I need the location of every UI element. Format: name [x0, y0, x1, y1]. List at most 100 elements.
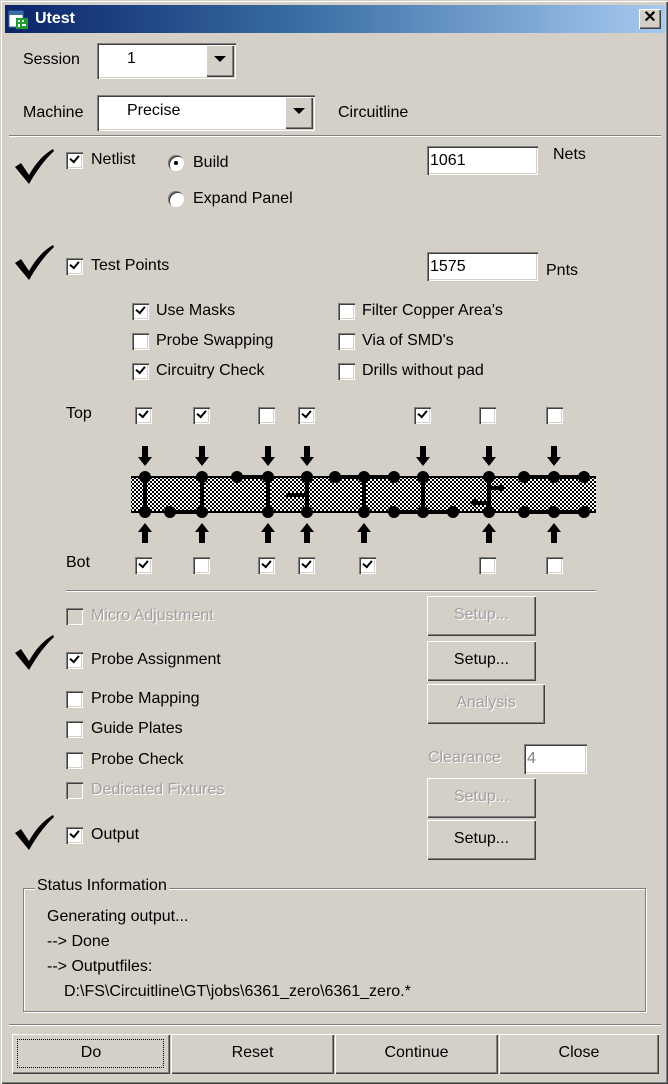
status-line: Generating output...	[47, 908, 189, 925]
probe-mapping-analysis-button[interactable]: Analysis	[427, 684, 545, 724]
expand-panel-label: Expand Panel	[193, 190, 293, 207]
filter-copper-checkbox[interactable]	[338, 303, 355, 320]
bottom-probe-checkbox[interactable]	[193, 557, 210, 574]
output-checkbox[interactable]	[66, 827, 83, 844]
bottom-probe-checkbox[interactable]	[258, 557, 275, 574]
filter-copper-label: Filter Copper Area's	[362, 302, 503, 319]
guide-plates-label: Guide Plates	[91, 720, 183, 737]
session-dropdown[interactable]: 1	[97, 43, 236, 79]
pcb-probe-diagram	[131, 446, 596, 543]
down-arrow-icon	[547, 446, 561, 466]
drills-without-pad-checkbox[interactable]	[338, 363, 355, 380]
machine-label: Machine	[23, 104, 84, 121]
machine-value: Precise	[127, 102, 181, 119]
bottom-probe-checkbox[interactable]	[359, 557, 376, 574]
probe-swapping-label: Probe Swapping	[156, 332, 274, 349]
micro-adjustment-setup-button[interactable]: Setup...	[427, 596, 536, 636]
close-button[interactable]: ✕	[639, 9, 661, 29]
machine-info: Circuitline	[338, 104, 409, 121]
up-arrow-icon	[300, 523, 314, 543]
use-masks-checkbox[interactable]	[132, 303, 149, 320]
clearance-label: Clearance	[428, 749, 501, 766]
micro-adjustment-checkbox[interactable]	[66, 608, 83, 625]
done-checkmark-icon	[15, 245, 54, 280]
nets-count-field[interactable]: 1061	[427, 146, 538, 175]
test-points-label: Test Points	[91, 257, 170, 274]
dedicated-fixtures-checkbox[interactable]	[66, 782, 83, 799]
window-title: Utest	[35, 10, 76, 27]
netlist-label: Netlist	[91, 151, 136, 168]
top-probe-checkbox[interactable]	[414, 407, 431, 424]
probe-mapping-checkbox[interactable]	[66, 691, 83, 708]
up-arrow-icon	[195, 523, 209, 543]
top-probe-checkbox[interactable]	[135, 407, 152, 424]
test-points-checkbox[interactable]	[66, 258, 83, 275]
up-arrow-icon	[547, 523, 561, 543]
circuitry-check-checkbox[interactable]	[132, 363, 149, 380]
down-arrow-icon	[482, 446, 496, 466]
top-label: Top	[66, 405, 92, 422]
use-masks-label: Use Masks	[156, 302, 236, 319]
probe-mapping-label: Probe Mapping	[91, 690, 200, 707]
probe-assignment-checkbox[interactable]	[66, 652, 83, 669]
via-of-smd-label: Via of SMD's	[362, 332, 454, 349]
probe-check-checkbox[interactable]	[66, 752, 83, 769]
probe-check-label: Probe Check	[91, 751, 184, 768]
divider	[9, 1024, 661, 1026]
expand-panel-radio[interactable]	[168, 191, 184, 207]
bottom-probe-checkbox[interactable]	[135, 557, 152, 574]
title-bar[interactable]: Utest ✕	[5, 5, 665, 33]
probe-swapping-checkbox[interactable]	[132, 333, 149, 350]
done-checkmark-icon	[15, 149, 54, 184]
close-dialog-button[interactable]: Close	[499, 1034, 659, 1074]
do-button[interactable]: Do	[12, 1034, 170, 1074]
divider	[66, 590, 596, 592]
circuitry-check-label: Circuitry Check	[156, 362, 265, 379]
machine-dropdown[interactable]: Precise	[97, 95, 315, 131]
netlist-checkbox[interactable]	[66, 152, 83, 169]
via-of-smd-checkbox[interactable]	[338, 333, 355, 350]
bottom-probe-checkbox[interactable]	[298, 557, 315, 574]
session-label: Session	[23, 51, 80, 68]
chevron-down-icon[interactable]	[285, 97, 313, 129]
top-probe-arrows	[138, 446, 561, 466]
points-count-field[interactable]: 1575	[427, 252, 538, 281]
build-label: Build	[193, 154, 229, 171]
utest-window: Utest ✕ Session 1 Machine Precise Circui…	[0, 0, 668, 1084]
chevron-down-icon[interactable]	[206, 45, 234, 77]
done-checkmark-icon	[15, 635, 54, 670]
output-label: Output	[91, 826, 140, 843]
bottom-probe-checkbox[interactable]	[479, 557, 496, 574]
session-value: 1	[127, 50, 136, 67]
probe-assignment-setup-button[interactable]: Setup...	[427, 641, 536, 681]
drills-without-pad-label: Drills without pad	[362, 362, 484, 379]
top-probe-checkbox[interactable]	[546, 407, 563, 424]
dedicated-fixtures-setup-button[interactable]: Setup...	[427, 778, 536, 818]
micro-adjustment-label: Micro Adjustment	[91, 607, 214, 624]
up-arrow-icon	[261, 523, 275, 543]
top-probe-checkbox[interactable]	[479, 407, 496, 424]
top-probe-checkbox[interactable]	[298, 407, 315, 424]
status-line: --> Done	[47, 933, 110, 950]
status-line: D:\FS\Circuitline\GT\jobs\6361_zero\6361…	[64, 983, 411, 1000]
points-unit-label: Pnts	[546, 262, 579, 279]
reset-button[interactable]: Reset	[171, 1034, 334, 1074]
top-probe-checkbox[interactable]	[258, 407, 275, 424]
output-setup-button[interactable]: Setup...	[427, 820, 536, 860]
nets-unit-label: Nets	[553, 146, 586, 163]
status-line: --> Outputfiles:	[47, 958, 153, 975]
app-icon	[8, 10, 28, 29]
build-radio[interactable]	[168, 155, 184, 171]
down-arrow-icon	[195, 446, 209, 466]
bot-label: Bot	[66, 554, 91, 571]
continue-button[interactable]: Continue	[335, 1034, 498, 1074]
clearance-field[interactable]: 4	[524, 744, 587, 774]
focus-rectangle	[17, 1039, 164, 1068]
bottom-probe-checkbox[interactable]	[546, 557, 563, 574]
guide-plates-checkbox[interactable]	[66, 721, 83, 738]
down-arrow-icon	[261, 446, 275, 466]
bottom-probe-arrows	[138, 523, 561, 543]
top-probe-checkbox[interactable]	[193, 407, 210, 424]
down-arrow-icon	[138, 446, 152, 466]
close-icon: ✕	[643, 9, 657, 26]
